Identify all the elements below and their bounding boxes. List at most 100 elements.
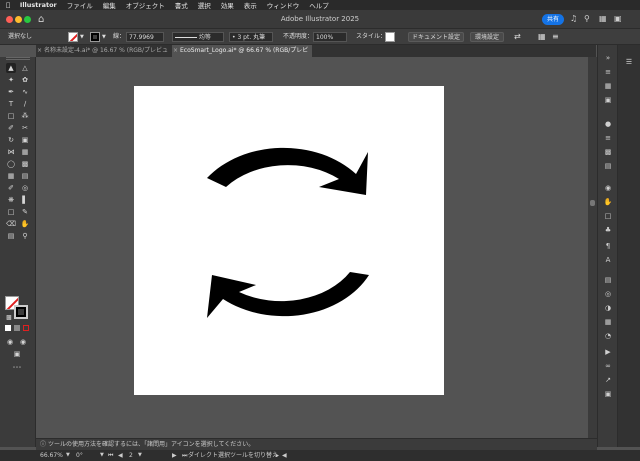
color-icon[interactable]: ● xyxy=(603,119,613,129)
type-tool-icon[interactable]: T xyxy=(6,99,16,109)
brushes-icon[interactable]: ◔ xyxy=(603,331,613,341)
paragraph-icon[interactable]: ¶ xyxy=(603,241,613,251)
column-graph-tool-icon[interactable]: ▌ xyxy=(20,195,30,205)
layers-stack-icon[interactable]: ☰ xyxy=(624,57,634,67)
graphic-styles-icon[interactable]: ▦ xyxy=(603,317,613,327)
stroke-swatch[interactable] xyxy=(90,32,100,42)
character-icon[interactable]: A xyxy=(603,255,613,265)
rectangle-tool-icon[interactable]: □ xyxy=(6,111,16,121)
eraser-tool-icon[interactable]: ⌫ xyxy=(6,219,16,229)
export-icon[interactable]: ↗ xyxy=(603,375,613,385)
opacity-field[interactable]: 100% xyxy=(313,32,347,42)
perspective-grid-tool-icon[interactable]: ▩ xyxy=(20,159,30,169)
screen-mode-icon[interactable]: ▣ xyxy=(12,349,22,359)
symbol-sprayer-tool-icon[interactable]: ❋ xyxy=(6,195,16,205)
rotate-tool-icon[interactable]: ↻ xyxy=(6,135,16,145)
links-icon[interactable]: ∞ xyxy=(603,361,613,371)
artboard[interactable] xyxy=(134,86,444,395)
menu-view[interactable]: 表示 xyxy=(244,0,257,10)
menu-select[interactable]: 選択 xyxy=(198,0,211,10)
align-panel-icon[interactable]: ▤ xyxy=(603,161,613,171)
color-mode-icon[interactable] xyxy=(5,325,11,331)
menu-object[interactable]: オブジェクト xyxy=(126,0,165,10)
paintbrush-tool-icon[interactable]: ⁂ xyxy=(20,111,30,121)
width-tool-icon[interactable]: ⋈ xyxy=(6,147,16,157)
swatches-icon[interactable]: ▩ xyxy=(603,147,613,157)
top-arrow-icon[interactable] xyxy=(207,147,368,195)
previous-artboard-icon[interactable]: ◀ xyxy=(118,450,123,461)
chevron-down-icon[interactable]: ▼ xyxy=(102,32,106,42)
gradient-tool-icon[interactable]: ▤ xyxy=(20,171,30,181)
menu-help[interactable]: ヘルプ xyxy=(309,0,329,10)
line-tool-icon[interactable]: ∕ xyxy=(20,99,30,109)
close-icon[interactable]: × xyxy=(37,45,42,57)
chevron-down-icon[interactable]: ▼ xyxy=(80,32,84,42)
bell-icon[interactable]: ♫ xyxy=(570,14,577,23)
draw-inside-icon[interactable]: ◉ xyxy=(18,337,28,347)
artboard-number-field[interactable]: 2 xyxy=(129,450,133,461)
magic-wand-tool-icon[interactable]: ✦ xyxy=(6,75,16,85)
more-tools-icon[interactable]: ⋯ xyxy=(12,363,22,373)
close-icon[interactable]: × xyxy=(173,45,178,57)
direct-selection-tool-icon[interactable]: △ xyxy=(20,63,30,73)
style-swatch[interactable] xyxy=(385,32,395,42)
fill-swatch[interactable] xyxy=(68,32,78,42)
apple-menu-icon[interactable]:  xyxy=(6,1,10,9)
pathfinder-icon[interactable]: ◎ xyxy=(603,289,613,299)
vertical-scrollbar[interactable] xyxy=(588,57,597,438)
shape-builder-tool-icon[interactable]: ◯ xyxy=(6,159,16,169)
preferences-button[interactable]: 環境設定 xyxy=(470,32,504,42)
artboard-tool-icon[interactable]: □ xyxy=(6,207,16,217)
puppet-icon[interactable]: ✋ xyxy=(603,197,613,207)
arrange-icon[interactable]: ▣ xyxy=(614,14,622,23)
share-button[interactable]: 共有 xyxy=(542,14,564,25)
panel-grip[interactable] xyxy=(6,57,30,60)
gradient-mode-icon[interactable] xyxy=(14,325,20,331)
scissors-tool-icon[interactable]: ✂ xyxy=(20,123,30,133)
bottom-arrow-icon[interactable] xyxy=(207,272,369,318)
pen-tool-icon[interactable]: ✒ xyxy=(6,87,16,97)
next-artboard-icon[interactable]: ▶ xyxy=(172,450,177,461)
stroke-panel-icon[interactable]: ≡ xyxy=(603,133,613,143)
rotation-field[interactable]: 0° xyxy=(76,450,83,461)
transform-icon[interactable]: ▦ xyxy=(538,32,546,42)
first-artboard-icon[interactable]: ⏮ xyxy=(108,450,113,461)
last-artboard-icon[interactable]: ⏭ xyxy=(182,450,187,461)
transparency-icon[interactable]: ◑ xyxy=(603,303,613,313)
zoom-field[interactable]: 66.67% xyxy=(40,450,63,461)
layers-icon[interactable]: ▣ xyxy=(603,95,613,105)
brush-select[interactable]: • 3 pt. 丸筆 xyxy=(229,32,273,42)
appearance-icon[interactable]: ◉ xyxy=(603,183,613,193)
actions-icon[interactable]: ▶ xyxy=(603,347,613,357)
search-icon[interactable]: ⚲ xyxy=(584,14,590,23)
tab-ecosmart-logo[interactable]: × EcoSmart_Logo.ai* @ 66.67 % (RGB/プレビュー… xyxy=(172,45,312,66)
gradient-panel-icon[interactable]: ▤ xyxy=(603,275,613,285)
align-icon[interactable]: ⇄ xyxy=(514,32,521,42)
document-setup-button[interactable]: ドキュメント設定 xyxy=(408,32,464,42)
menu-app-name[interactable]: Illustrator xyxy=(20,1,57,9)
eyedropper-tool-icon[interactable]: ✐ xyxy=(6,183,16,193)
collapse-icon[interactable]: » xyxy=(603,53,613,63)
menu-file[interactable]: ファイル xyxy=(67,0,93,10)
selection-tool-icon[interactable]: ▲ xyxy=(6,63,16,73)
stroke-profile-select[interactable]: 均等 xyxy=(172,32,224,42)
draw-normal-icon[interactable]: ◉ xyxy=(5,337,15,347)
chevron-down-icon[interactable]: ▼ xyxy=(138,450,142,461)
default-colors-icon[interactable]: ▩ xyxy=(4,313,14,323)
menu-icon[interactable]: ≡ xyxy=(552,32,559,42)
none-mode-icon[interactable] xyxy=(23,325,29,331)
blend-tool-icon[interactable]: ◎ xyxy=(20,183,30,193)
stroke-weight-field[interactable]: 77.9969 xyxy=(126,32,164,42)
symbols-icon[interactable]: ♣ xyxy=(603,225,613,235)
chevron-down-icon[interactable]: ▼ xyxy=(66,450,70,461)
workspace-icon[interactable]: ▦ xyxy=(599,14,607,23)
chevron-down-icon[interactable]: ▼ xyxy=(100,450,104,461)
shaper-tool-icon[interactable]: ✐ xyxy=(6,123,16,133)
stroke-color-box[interactable] xyxy=(14,305,28,319)
free-transform-tool-icon[interactable]: ▦ xyxy=(20,147,30,157)
menu-effect[interactable]: 効果 xyxy=(221,0,234,10)
menu-window[interactable]: ウィンドウ xyxy=(267,0,300,10)
curvature-tool-icon[interactable]: ∿ xyxy=(20,87,30,97)
canvas[interactable] xyxy=(36,57,588,438)
artboards-panel-icon[interactable]: ▣ xyxy=(603,389,613,399)
